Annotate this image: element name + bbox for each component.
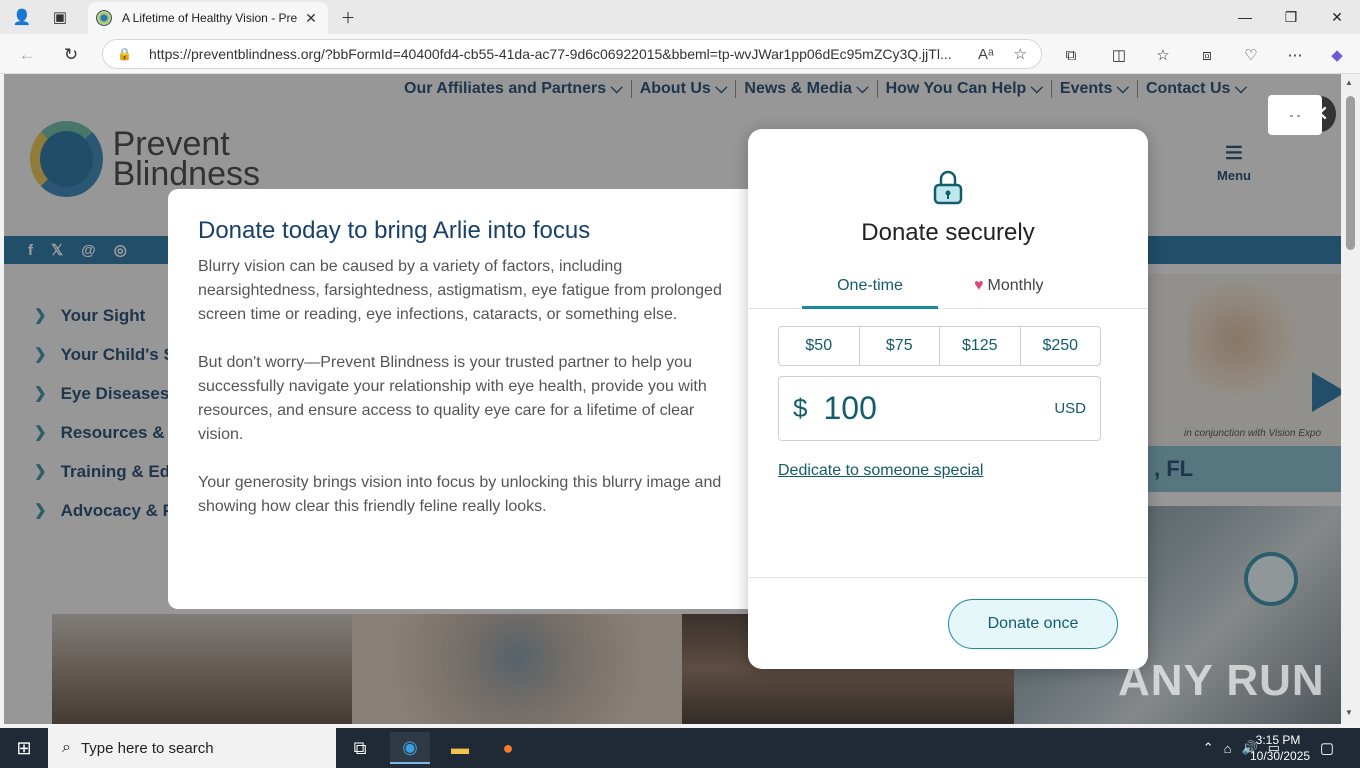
minimize-icon[interactable]: — (1222, 0, 1268, 34)
amount-button-125[interactable]: $125 (940, 327, 1021, 365)
task-view-icon[interactable]: ⧉ (340, 732, 380, 764)
windows-start-icon[interactable]: ⊞ (0, 728, 48, 768)
padlock-icon (933, 170, 963, 205)
browser-tab[interactable]: A Lifetime of Healthy Vision - Pre ✕ (88, 2, 328, 34)
browser-address-bar: ← ↻ 🔒 https://preventblindness.org/?bbFo… (0, 34, 1360, 74)
notifications-icon[interactable]: ▢ (1316, 738, 1338, 758)
tab-one-time[interactable]: One-time (802, 277, 938, 309)
edge-app-icon[interactable]: ◉ (390, 732, 430, 764)
taskbar-search-placeholder: Type here to search (80, 739, 214, 757)
scroll-down-icon[interactable]: ▼ (1345, 708, 1353, 717)
form-title: Donate securely (861, 219, 1035, 246)
donation-form: Donate securely One-time ♥ Monthly $50 $7… (748, 129, 1148, 669)
file-explorer-icon[interactable]: ▬ (440, 732, 480, 764)
heart-icon: ♥ (974, 277, 984, 294)
back-icon[interactable]: ← (16, 44, 38, 66)
amount-button-250[interactable]: $250 (1021, 327, 1101, 365)
new-tab-icon[interactable]: ＋ (338, 7, 358, 27)
windows-taskbar: ⊞ ⌕ Type here to search ⧉ ◉ ▬ ● ⌃ ⌂ 🔊 ▭ … (0, 728, 1360, 768)
favorites-icon[interactable]: ☆ (1152, 44, 1174, 66)
scroll-up-icon[interactable]: ▲ (1345, 78, 1353, 87)
restore-icon[interactable]: ❐ (1268, 0, 1314, 34)
dedicate-link[interactable]: Dedicate to someone special (778, 462, 983, 480)
tab-title: A Lifetime of Healthy Vision - Pre (122, 11, 298, 25)
tray-chevron-icon[interactable]: ⌃ (1203, 740, 1214, 756)
read-aloud-icon[interactable]: Aᵃ (978, 46, 994, 63)
donation-story-panel: Donate today to bring Arlie into focus B… (168, 189, 768, 609)
copilot-icon[interactable]: ◆ (1326, 44, 1348, 66)
anyrun-watermark: ANY RUN (1118, 656, 1325, 705)
network-icon[interactable]: ⌂ (1224, 741, 1232, 756)
currency-code: USD (1054, 400, 1086, 417)
browser-essentials-icon[interactable]: ♡ (1240, 44, 1262, 66)
settings-more-icon[interactable]: ⋯ (1284, 44, 1306, 66)
split-screen-icon[interactable]: ◫ (1108, 44, 1130, 66)
browser-tab-bar: 👤 ▣ A Lifetime of Healthy Vision - Pre ✕… (0, 0, 1360, 34)
close-window-icon[interactable]: ✕ (1314, 0, 1360, 34)
story-paragraph: But don't worry—Prevent Blindness is you… (198, 354, 707, 443)
story-paragraph: Blurry vision can be caused by a variety… (198, 258, 722, 323)
firefox-app-icon[interactable]: ● (488, 732, 528, 764)
search-icon: ⌕ (62, 739, 71, 756)
refresh-icon[interactable]: ↻ (60, 44, 82, 66)
site-info-icon[interactable]: 🔒 (117, 47, 132, 61)
scroll-thumb[interactable] (1346, 96, 1355, 250)
preset-amounts: $50 $75 $125 $250 (778, 326, 1101, 366)
extensions-icon[interactable]: ⧉ (1060, 44, 1082, 66)
amount-button-75[interactable]: $75 (860, 327, 940, 365)
taskbar-search[interactable]: ⌕ Type here to search (48, 728, 336, 768)
language-button[interactable]: - - (1268, 95, 1322, 135)
page-scrollbar[interactable]: ▲ ▼ (1341, 74, 1360, 724)
url-field[interactable]: 🔒 https://preventblindness.org/?bbFormId… (102, 39, 1042, 69)
modal-title: Donate today to bring Arlie into focus (198, 217, 591, 244)
currency-symbol: $ (793, 393, 808, 423)
frequency-tabs: One-time ♥ Monthly (748, 269, 1148, 309)
amount-value[interactable]: 100 (823, 390, 1054, 427)
close-tab-icon[interactable]: ✕ (302, 10, 320, 27)
donate-once-button[interactable]: Donate once (948, 599, 1118, 649)
clock-time: 3:15 PM (1255, 733, 1301, 747)
story-paragraph: Your generosity brings vision into focus… (198, 474, 722, 515)
tab-monthly-label: Monthly (987, 277, 1044, 294)
site-favicon-icon (96, 10, 112, 26)
taskbar-clock[interactable]: 3:15 PM 10/30/2025 (1250, 732, 1311, 764)
collections-icon[interactable]: ⧈ (1196, 44, 1218, 66)
custom-amount-input[interactable]: $ 100 USD (778, 376, 1101, 441)
url-text: https://preventblindness.org/?bbFormId=4… (149, 46, 952, 62)
profile-icon[interactable]: 👤 (12, 7, 32, 27)
tab-actions-icon[interactable]: ▣ (50, 7, 70, 27)
form-divider (748, 577, 1148, 578)
favorite-star-icon[interactable]: ☆ (1014, 45, 1027, 63)
clock-date: 10/30/2025 (1250, 749, 1311, 763)
amount-button-50[interactable]: $50 (779, 327, 860, 365)
tab-monthly[interactable]: ♥ Monthly (974, 277, 1044, 309)
